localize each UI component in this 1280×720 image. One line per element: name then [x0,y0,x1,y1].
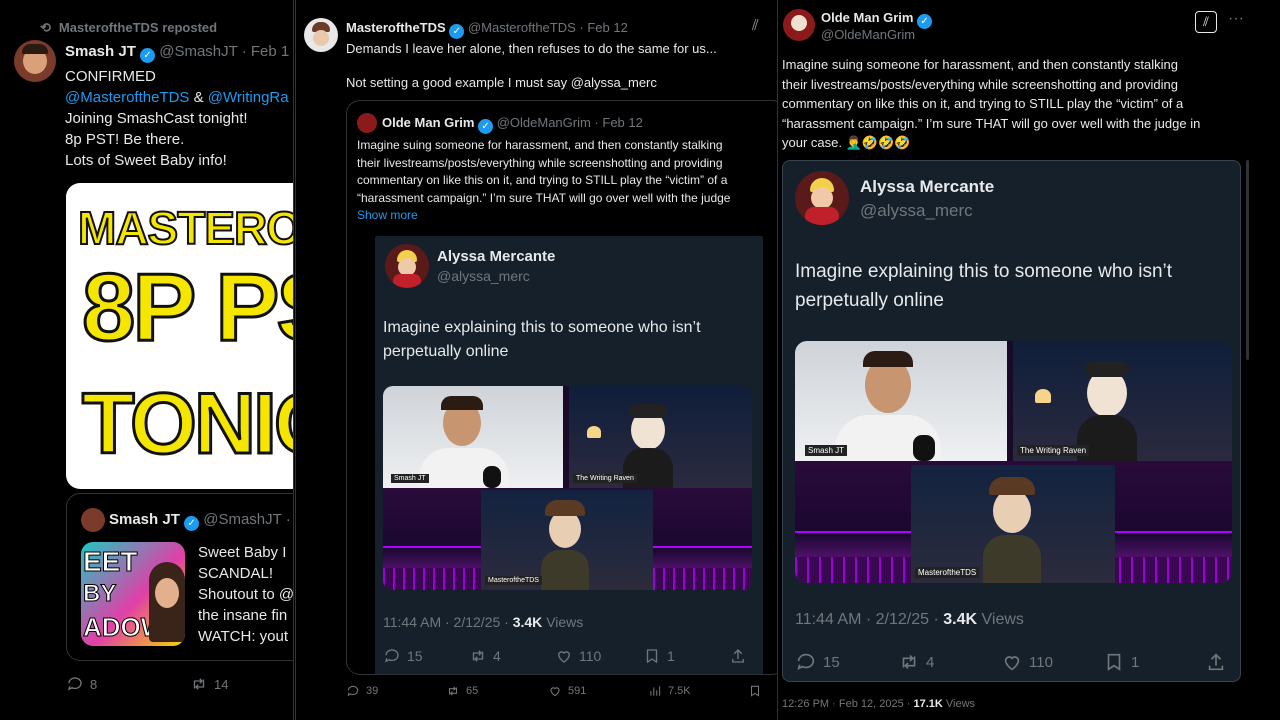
promo-banner-image[interactable]: MASTEROFT 8P PS TONIGH [66,183,293,489]
reply-icon [347,685,359,697]
quote-thumbnail: EET BY ADOWS [81,542,185,646]
bookmark-icon [646,649,658,664]
right-tweet-panel: Olde Man Grim ✓ @OldeManGrim ⫽ ··· Imagi… [779,0,1255,720]
verified-badge-icon: ✓ [917,14,933,29]
avatar [357,113,377,133]
repost-icon [193,678,205,690]
mention-link[interactable]: @MasteroftheTDS [65,89,189,106]
tweet-text: Imagine suing someone for harassment, an… [782,57,1201,150]
bookmark-icon [1107,653,1121,671]
verified-badge-icon: ✓ [184,516,200,531]
quoted-tweet-card[interactable]: Smash JT ✓ @SmashJT · EET BY ADOWS Sweet… [66,493,294,661]
reply-icon [384,649,399,663]
author-name[interactable]: MasteroftheTDS [346,20,446,35]
mention-link[interactable]: @WritingRa [208,89,289,106]
inner-tweet-text: Imagine explaining this to someone who i… [383,319,701,360]
embedded-screenshot[interactable]: Alyssa Mercante @alyssa_merc Imagine exp… [375,236,763,674]
share-icon [1208,653,1224,671]
reply-button[interactable]: 8 [66,675,97,693]
bar-chart-icon [650,686,661,696]
scrollbar[interactable] [1246,160,1249,360]
verified-badge-icon: ✓ [449,24,465,39]
share-button [1205,651,1227,673]
avatar[interactable] [304,18,338,52]
repost-indicator: ⟲ MasteroftheTDS reposted [40,20,218,35]
more-options-icon[interactable]: ··· [1228,10,1244,28]
tweet-text: Demands I leave her alone, then refuses … [346,41,717,90]
author-handle[interactable]: @SmashJT · Feb 1 [159,43,289,60]
avatar [385,244,429,288]
grok-icon[interactable]: ⫽ [752,17,759,34]
avatar[interactable] [14,40,56,82]
verified-badge-icon: ✓ [478,119,494,134]
repost-icon [472,650,484,662]
left-tweet-panel: ⟲ MasteroftheTDS reposted Smash JT ✓ @Sma… [0,0,294,720]
embedded-screenshot[interactable]: Alyssa Mercante @alyssa_merc Imagine exp… [782,160,1241,682]
share-button [729,647,747,665]
inner-tweet-text: Imagine explaining this to someone who i… [795,261,1173,311]
reply-button: 15 [795,651,840,673]
reply-icon [797,653,815,670]
repost-button[interactable]: 65 [446,684,478,698]
middle-tweet-panel: MasteroftheTDS ✓ @MasteroftheTDS · Feb 1… [295,0,778,720]
reply-button[interactable]: 39 [346,684,378,698]
repost-button[interactable]: 14 [190,675,228,693]
repost-icon [902,654,916,670]
quote-text: Imagine suing someone for harassment, an… [357,137,730,225]
bookmark-button: 1 [1103,651,1139,673]
repost-button: 4 [469,647,501,665]
avatar[interactable] [783,9,815,41]
share-icon [732,649,744,663]
like-button: 110 [555,647,601,665]
avatar [81,508,105,532]
reply-button: 15 [383,647,423,665]
grok-icon[interactable]: ⫽ [1195,11,1217,33]
bookmark-button[interactable] [748,684,762,698]
stream-composite-image: Smash JT The Writing Raven MasteroftheTD… [795,341,1232,583]
repost-icon: ⟲ [40,20,51,35]
like-button: 110 [1001,651,1053,673]
repost-button: 4 [898,651,934,673]
show-more-link[interactable]: Show more [357,207,730,225]
author-handle[interactable]: @OldeManGrim [821,27,915,42]
quoted-tweet-card[interactable]: Olde Man Grim ✓ @OldeManGrim · Feb 12 Im… [346,100,777,675]
views-button[interactable]: 7.5K [648,684,691,698]
author-name[interactable]: Smash JT [65,43,136,60]
heart-icon [550,687,560,697]
stream-composite-image: Smash JT The Writing Raven MasteroftheTD [383,386,752,590]
author-handle[interactable]: @MasteroftheTDS · Feb 12 [468,20,628,35]
quote-author-name: Smash JT [109,511,180,528]
repost-icon [448,686,458,696]
reply-icon [67,677,82,691]
bookmark-button: 1 [643,647,675,665]
post-timestamp: 12:26 PM · Feb 12, 2025 · 17.1K Views [782,698,976,710]
quote-text: Sweet Baby I SCANDAL! Shoutout to @ the … [198,544,294,645]
author-name[interactable]: Olde Man Grim [821,10,913,25]
heart-icon [558,651,570,663]
verified-badge-icon: ✓ [140,48,156,63]
tweet-text: CONFIRMED @MasteroftheTDS & @WritingRa J… [65,68,289,169]
avatar [795,171,849,225]
heart-icon [1004,656,1020,671]
like-button[interactable]: 591 [548,684,586,698]
bookmark-icon [750,685,760,697]
